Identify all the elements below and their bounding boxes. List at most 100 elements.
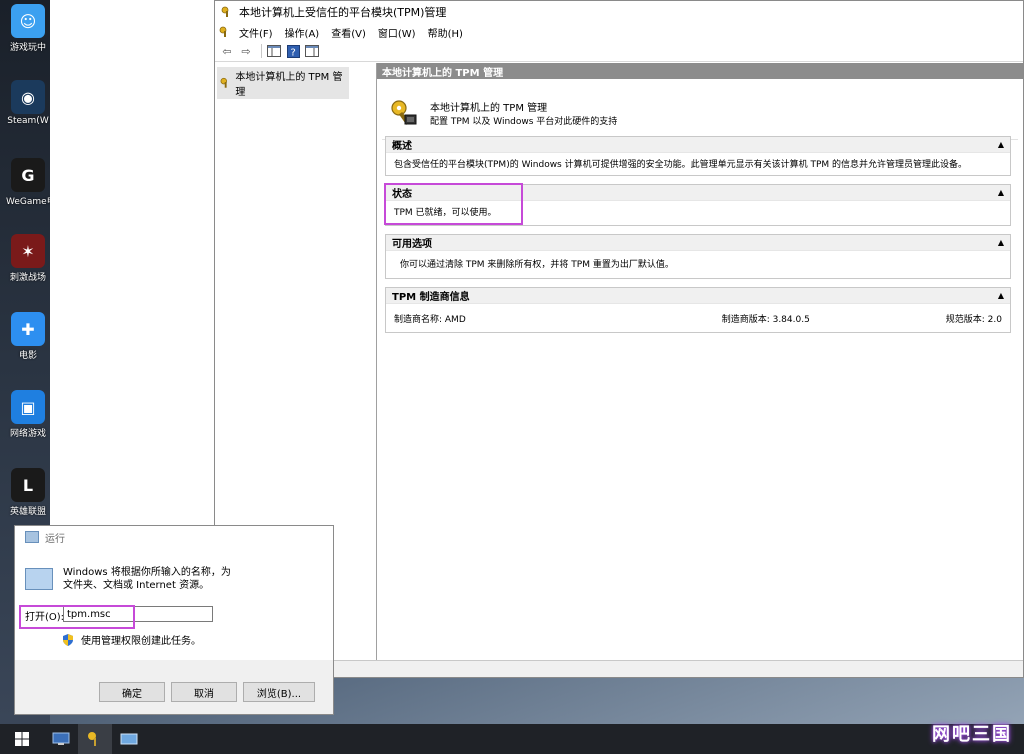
section-status: 状态 ▲ TPM 已就绪，可以使用。	[385, 184, 1011, 226]
watermark-logo: 网吧三国	[932, 724, 1012, 745]
taskbar-tpm-app[interactable]	[78, 724, 112, 754]
section-options-body: 你可以通过清除 TPM 来删除所有权，并将 TPM 重置为出厂默认值。	[400, 260, 674, 270]
desktop-icon-label: Steam(W	[7, 116, 49, 126]
svg-text:?: ?	[290, 47, 295, 58]
spec-version: 规范版本: 2.0	[945, 315, 1002, 325]
browse-button[interactable]: 浏览(B)...	[243, 682, 315, 702]
menu-file[interactable]: 文件(F)	[233, 25, 279, 40]
manufacturer-details: 制造商名称: AMD 制造商版本: 3.84.0.5 规范版本: 2.0	[386, 304, 1010, 329]
collapse-triangle-icon[interactable]: ▲	[998, 188, 1004, 197]
run-window-icon	[25, 531, 39, 543]
run-description-line2: 文件夹、文档或 Internet 资源。	[63, 580, 210, 591]
taskbar	[0, 724, 1024, 754]
collapse-triangle-icon[interactable]: ▲	[998, 140, 1004, 149]
desktop-icon[interactable]: ▣ 网络游戏	[6, 390, 50, 439]
tree-item-tpm-management[interactable]: 本地计算机上的 TPM 管理	[217, 67, 349, 99]
desktop-icon-label: 英雄联盟	[9, 507, 46, 517]
window-panes: 本地计算机上的 TPM 管理 本地计算机上的 TPM 管理 本地计算机上的 TP…	[215, 63, 1023, 661]
toolbar: ⇦ ⇨ ?	[215, 41, 1023, 62]
menu-action[interactable]: 操作(A)	[279, 25, 326, 40]
start-button[interactable]	[0, 724, 44, 754]
section-overview: 概述 ▲ 包含受信任的平台模块(TPM)的 Windows 计算机可提供增强的安…	[385, 136, 1011, 176]
section-overview-body: 包含受信任的平台模块(TPM)的 Windows 计算机可提供增强的安全功能。此…	[394, 160, 968, 170]
desktop-icon[interactable]: ◉ Steam(W	[6, 80, 50, 126]
monitor-icon	[52, 732, 70, 745]
menu-help[interactable]: 帮助(H)	[422, 25, 469, 40]
desktop-icon-label: 网络游戏	[9, 429, 46, 439]
admin-note: 使用管理权限创建此任务。	[63, 632, 201, 647]
desktop-app-icon: ✚	[11, 312, 45, 346]
section-options-title: 可用选项	[392, 239, 432, 250]
desktop-icon[interactable]: ✶ 刺激战场	[6, 234, 50, 283]
menu-view[interactable]: 查看(V)	[325, 25, 372, 40]
show-hide-action-pane-icon[interactable]	[304, 43, 320, 59]
desktop-icon[interactable]: G WeGame电脑	[6, 158, 50, 207]
desktop-app-icon: L	[11, 468, 45, 502]
show-hide-tree-icon[interactable]	[266, 43, 282, 59]
tpm-key-icon	[220, 77, 227, 88]
run-description: Windows 将根据你所输入的名称，为 文件夹、文档或 Internet 资源…	[63, 566, 231, 592]
run-dialog-buttons: 确定 取消 浏览(B)...	[15, 682, 333, 702]
section-manufacturer-title: TPM 制造商信息	[392, 292, 470, 303]
section-status-title: 状态	[392, 189, 412, 200]
details-header: 本地计算机上的 TPM 管理	[377, 63, 1023, 79]
desktop-icon-label: 刺激战场	[9, 273, 46, 283]
desktop-app-icon: ☺	[11, 4, 45, 38]
manufacturer-name: 制造商名称: AMD	[394, 315, 466, 325]
windows-logo-icon	[15, 732, 29, 746]
collapse-triangle-icon[interactable]: ▲	[998, 291, 1004, 300]
desktop-app-icon: ▣	[11, 390, 45, 424]
ok-button[interactable]: 确定	[99, 682, 165, 702]
forward-arrow-icon[interactable]: ⇨	[238, 43, 254, 59]
section-status-body: TPM 已就绪，可以使用。	[394, 208, 497, 218]
details-hero: 本地计算机上的 TPM 管理 配置 TPM 以及 Windows 平台对此硬件的…	[382, 79, 1018, 140]
tpm-key-icon	[88, 732, 96, 746]
desktop-app-icon: ◉	[11, 80, 45, 114]
section-overview-header[interactable]: 概述 ▲	[386, 137, 1010, 153]
tree-item-label: 本地计算机上的 TPM 管理	[235, 72, 343, 98]
section-manufacturer-header[interactable]: TPM 制造商信息 ▲	[386, 288, 1010, 304]
help-icon[interactable]: ?	[285, 43, 301, 59]
desktop-icon[interactable]: L 英雄联盟	[6, 468, 50, 517]
desktop-icon[interactable]: ☺ 游戏玩中	[6, 4, 50, 53]
manufacturer-version: 制造商版本: 3.84.0.5	[721, 315, 810, 325]
desktop-app-icon: G	[11, 158, 45, 192]
open-label: 打开(O):	[25, 612, 65, 623]
collapse-triangle-icon[interactable]: ▲	[998, 238, 1004, 247]
app-menu-icon[interactable]	[219, 26, 231, 38]
taskbar-run-app[interactable]	[112, 724, 146, 754]
hero-title: 本地计算机上的 TPM 管理	[430, 103, 548, 114]
admin-note-text: 使用管理权限创建此任务。	[81, 636, 201, 647]
menu-window[interactable]: 窗口(W)	[372, 25, 422, 40]
uac-shield-icon	[63, 633, 73, 646]
run-dialog[interactable]: 运行 Windows 将根据你所输入的名称，为 文件夹、文档或 Internet…	[14, 525, 334, 715]
section-manufacturer-info: TPM 制造商信息 ▲ 制造商名称: AMD 制造商版本: 3.84.0.5 规…	[385, 287, 1011, 333]
desktop-icon-label: 电影	[18, 351, 37, 361]
window-titlebar[interactable]: 本地计算机上受信任的平台模块(TPM)管理	[215, 1, 1023, 23]
details-pane: 本地计算机上的 TPM 管理 本地计算机上的 TPM 管理 配置 TPM 以及 …	[377, 63, 1023, 661]
tpm-key-icon	[221, 6, 229, 17]
tpm-chip-key-icon	[391, 100, 417, 125]
window-title: 本地计算机上受信任的平台模块(TPM)管理	[239, 6, 447, 19]
blank-window-area	[50, 0, 215, 525]
desktop-app-icon: ✶	[11, 234, 45, 268]
back-arrow-icon[interactable]: ⇦	[219, 43, 235, 59]
section-status-header[interactable]: 状态 ▲	[386, 185, 1010, 201]
run-window-icon	[120, 733, 138, 745]
section-available-options: 可用选项 ▲ 你可以通过清除 TPM 来删除所有权，并将 TPM 重置为出厂默认…	[385, 234, 1011, 279]
desktop-icon[interactable]: ✚ 电影	[6, 312, 50, 361]
menu-bar: 文件(F) 操作(A) 查看(V) 窗口(W) 帮助(H)	[215, 23, 1023, 41]
cancel-button[interactable]: 取消	[171, 682, 237, 702]
run-description-line1: Windows 将根据你所输入的名称，为	[63, 567, 231, 578]
run-dialog-titlebar[interactable]: 运行	[15, 526, 333, 548]
section-options-header[interactable]: 可用选项 ▲	[386, 235, 1010, 251]
section-overview-title: 概述	[392, 141, 412, 152]
run-dialog-body: Windows 将根据你所输入的名称，为 文件夹、文档或 Internet 资源…	[15, 548, 333, 660]
desktop-icon-label: 游戏玩中	[9, 43, 46, 53]
tpm-management-window[interactable]: 本地计算机上受信任的平台模块(TPM)管理 文件(F) 操作(A) 查看(V) …	[214, 0, 1024, 678]
taskbar-monitor-app[interactable]	[44, 724, 78, 754]
toolbar-separator	[261, 44, 262, 58]
hero-subtitle: 配置 TPM 以及 Windows 平台对此硬件的支持	[430, 117, 618, 127]
status-bar	[215, 660, 1023, 677]
open-input[interactable]	[63, 606, 213, 622]
